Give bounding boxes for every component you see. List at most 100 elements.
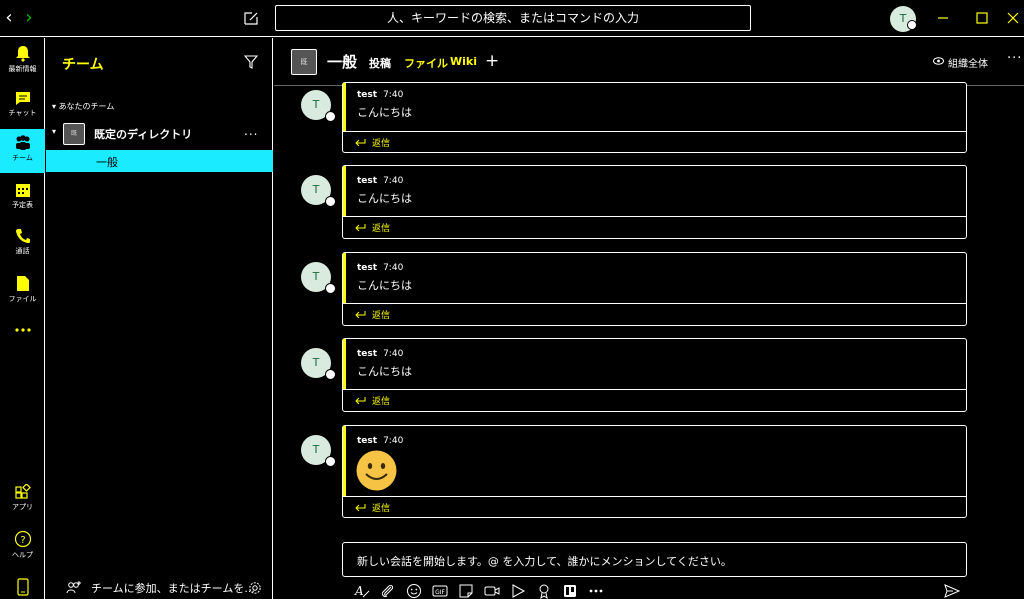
meet-icon[interactable] (484, 583, 500, 599)
channel-title: 一般 (327, 53, 358, 71)
rail-item-files[interactable]: ファイル (0, 269, 45, 313)
message-author[interactable]: test (357, 176, 377, 186)
close-icon[interactable] (1003, 9, 1023, 27)
filter-icon[interactable] (244, 55, 258, 69)
chevron-left-icon[interactable]: ‹ (0, 8, 18, 28)
rail-item-teams[interactable]: チーム (0, 129, 45, 173)
mobile-icon (16, 578, 29, 596)
message-card: test 7:40 こんにちは 返信 (342, 165, 967, 239)
reply-button[interactable]: 返信 (343, 131, 966, 153)
channel-view: 既 一般 投稿 ファイル Wiki + 組織全体 ··· T test 7:40 … (274, 38, 1024, 599)
reply-icon (355, 224, 366, 231)
reply-label: 返信 (372, 311, 391, 321)
team-name: 既定のディレクトリ (94, 128, 193, 141)
reply-label: 返信 (372, 224, 391, 234)
message-time: 7:40 (383, 90, 404, 100)
reply-button[interactable]: 返信 (343, 303, 966, 325)
channel-more-button[interactable]: ··· (1007, 51, 1022, 66)
reply-button[interactable]: 返信 (343, 389, 966, 411)
svg-text:A: A (354, 584, 364, 598)
join-team-button[interactable]: チームに参加、またはチームを... (46, 578, 273, 598)
section-your-teams[interactable]: ▾ あなたのチーム (52, 101, 114, 112)
message-time: 7:40 (383, 263, 404, 273)
team-item[interactable]: ▾ 既 既定のディレクトリ ... (46, 122, 273, 146)
compose-placeholder: 新しい会話を開始します。@ を入力して、誰かにメンションしてください。 (357, 555, 732, 568)
reply-button[interactable]: 返信 (343, 216, 966, 238)
maximize-icon[interactable] (972, 9, 992, 27)
stream-icon[interactable] (510, 583, 526, 599)
team-more-button[interactable]: ... (244, 124, 258, 138)
rail-label: チャット (8, 109, 37, 117)
praise-icon[interactable] (536, 583, 552, 599)
chevron-right-icon[interactable]: › (20, 8, 38, 28)
message-accent-bar (343, 83, 346, 131)
teams-icon (15, 135, 30, 150)
tab-posts[interactable]: 投稿 (369, 55, 391, 71)
bell-icon (15, 46, 30, 62)
format-icon[interactable]: A (354, 583, 370, 599)
rail-item-more[interactable] (0, 321, 45, 365)
rail-item-activity[interactable]: 最新情報 (0, 38, 45, 82)
rail-item-calls[interactable]: 通話 (0, 222, 45, 266)
title-bar: ‹ › 人、キーワードの検索、またはコマンドの入力 T (0, 0, 1024, 37)
message-card: test 7:40 こんにちは 返信 (342, 82, 967, 153)
emoji-icon[interactable] (406, 583, 422, 599)
compose-icon[interactable] (243, 10, 259, 26)
status-badge (907, 20, 917, 30)
gif-icon[interactable]: GIF (432, 583, 448, 599)
chevron-down-icon[interactable]: ▾ (52, 127, 56, 136)
sticker-icon[interactable] (458, 583, 474, 599)
message-meta: test 7:40 (357, 90, 403, 100)
message-meta: test 7:40 (357, 263, 403, 273)
message-text: こんにちは (357, 106, 412, 119)
message-accent-bar (343, 426, 346, 496)
rail-item-calendar[interactable]: 予定表 (0, 176, 45, 220)
more-icon[interactable] (588, 583, 604, 599)
reply-button[interactable]: 返信 (343, 496, 966, 518)
pane-title: チーム (62, 57, 104, 73)
attach-icon[interactable] (380, 583, 396, 599)
message-card: test 7:40 こんにちは 返信 (342, 338, 967, 412)
message-meta: test 7:40 (357, 436, 403, 446)
rail-item-chat[interactable]: チャット (0, 84, 45, 128)
compose-box[interactable]: 新しい会話を開始します。@ を入力して、誰かにメンションしてください。 (342, 542, 967, 577)
more-icon (14, 328, 31, 332)
message-author[interactable]: test (357, 90, 377, 100)
rail-item-apps[interactable]: アプリ (0, 478, 45, 522)
reply-label: 返信 (372, 397, 391, 407)
channel-item-general[interactable]: 一般 (46, 150, 273, 172)
channel-header: 既 一般 投稿 ファイル Wiki + 組織全体 ··· (274, 38, 1024, 86)
message-author[interactable]: test (357, 436, 377, 446)
rail-label: 予定表 (12, 201, 33, 209)
chat-icon (15, 92, 30, 105)
tab-wiki[interactable]: Wiki (450, 55, 477, 68)
smile-emoji-icon (356, 450, 397, 491)
tab-files[interactable]: ファイル (404, 55, 448, 71)
minimize-icon[interactable] (933, 9, 953, 27)
org-wide-label[interactable]: 組織全体 (948, 55, 988, 70)
message-accent-bar (343, 166, 346, 216)
apps-icon (14, 484, 31, 499)
search-input[interactable]: 人、キーワードの検索、またはコマンドの入力 (275, 5, 751, 31)
message-author[interactable]: test (357, 349, 377, 359)
message-accent-bar (343, 253, 346, 303)
status-badge (325, 456, 336, 467)
app-rail: 最新情報 チャット チーム 予定表 通話 ファイル アプリ ? ヘルプ (0, 38, 45, 599)
channel-name: 一般 (96, 156, 118, 169)
file-icon (16, 276, 29, 291)
gear-icon[interactable] (248, 581, 262, 595)
trello-icon[interactable] (562, 583, 578, 599)
teams-pane: チーム ▾ あなたのチーム ▾ 既 既定のディレクトリ ... 一般 チームに参… (46, 38, 273, 599)
message-author[interactable]: test (357, 263, 377, 273)
message-accent-bar (343, 339, 346, 389)
message-meta: test 7:40 (357, 349, 403, 359)
status-badge (325, 196, 336, 207)
add-tab-button[interactable]: + (485, 51, 499, 71)
rail-item-help[interactable]: ? ヘルプ (0, 524, 45, 568)
rail-item-mobile[interactable] (0, 572, 45, 599)
message-time: 7:40 (383, 436, 404, 446)
message-time: 7:40 (383, 176, 404, 186)
message-card: test 7:40 こんにちは 返信 (342, 252, 967, 326)
send-icon[interactable] (944, 584, 960, 598)
reply-label: 返信 (372, 504, 391, 514)
